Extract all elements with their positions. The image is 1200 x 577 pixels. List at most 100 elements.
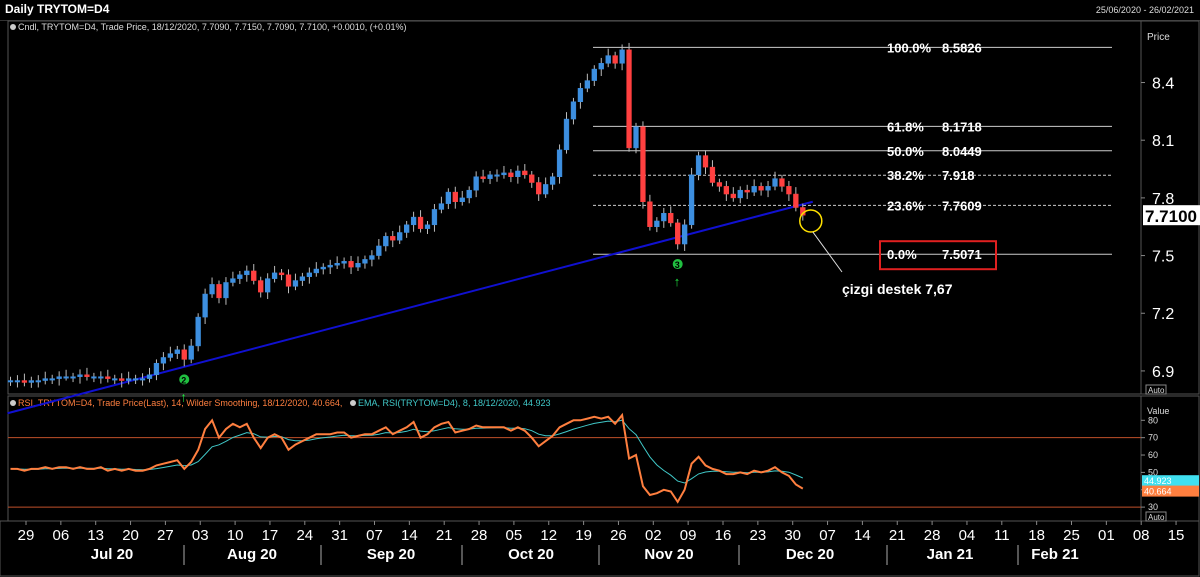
- candle-body[interactable]: [202, 293, 208, 318]
- candle-body[interactable]: [306, 272, 313, 277]
- candle-body[interactable]: [126, 378, 132, 381]
- candle-body[interactable]: [744, 189, 750, 193]
- candle-body[interactable]: [355, 263, 361, 268]
- candle-body[interactable]: [119, 378, 125, 381]
- candle-body[interactable]: [292, 280, 299, 287]
- candle-body[interactable]: [14, 380, 21, 383]
- candle-body[interactable]: [362, 259, 368, 264]
- candle-body[interactable]: [369, 255, 375, 260]
- candle-body[interactable]: [424, 224, 431, 229]
- candle-body[interactable]: [404, 224, 410, 233]
- candle-body[interactable]: [730, 193, 736, 199]
- candle-body[interactable]: [341, 261, 347, 264]
- candle-body[interactable]: [265, 278, 271, 293]
- candle-body[interactable]: [299, 276, 306, 281]
- candle-body[interactable]: [63, 376, 69, 379]
- candle-body[interactable]: [390, 236, 396, 241]
- candle-body[interactable]: [56, 376, 62, 379]
- candle-body[interactable]: [397, 232, 403, 241]
- ema-legend-icon[interactable]: [350, 400, 356, 406]
- candle-body[interactable]: [779, 178, 785, 187]
- rsi-panel[interactable]: [7, 395, 1142, 522]
- candle-body[interactable]: [223, 282, 229, 299]
- candle-body[interactable]: [334, 263, 340, 266]
- candle-body[interactable]: [410, 216, 417, 226]
- candle-body[interactable]: [751, 186, 757, 193]
- candle-body[interactable]: [216, 284, 222, 299]
- candle-body[interactable]: [702, 155, 709, 168]
- candle-body[interactable]: [91, 376, 97, 379]
- candle-body[interactable]: [153, 362, 160, 376]
- candle-body[interactable]: [445, 191, 452, 204]
- candle-body[interactable]: [772, 178, 778, 187]
- candle-body[interactable]: [278, 272, 285, 276]
- candle-body[interactable]: [668, 213, 674, 224]
- candle-body[interactable]: [522, 170, 528, 176]
- candle-body[interactable]: [584, 80, 591, 89]
- candle-body[interactable]: [612, 55, 618, 64]
- candle-body[interactable]: [793, 193, 799, 208]
- candle-body[interactable]: [480, 176, 486, 179]
- chart-area[interactable]: Cndl, TRYTOM=D4, Trade Price, 18/12/2020…: [0, 0, 1200, 577]
- candle-body[interactable]: [244, 270, 250, 276]
- candle-body[interactable]: [139, 378, 146, 381]
- candle-body[interactable]: [723, 186, 730, 195]
- candle-body[interactable]: [619, 49, 625, 64]
- candle-body[interactable]: [431, 209, 438, 226]
- candle-body[interactable]: [28, 380, 35, 383]
- candle-body[interactable]: [452, 191, 458, 202]
- candle-body[interactable]: [543, 184, 549, 195]
- candle-body[interactable]: [320, 266, 326, 270]
- candle-body[interactable]: [174, 349, 180, 354]
- candle-body[interactable]: [591, 68, 597, 81]
- candle-body[interactable]: [598, 63, 604, 70]
- candle-body[interactable]: [237, 274, 243, 279]
- candle-body[interactable]: [494, 174, 500, 177]
- candle-body[interactable]: [21, 380, 28, 383]
- candle-body[interactable]: [758, 186, 764, 191]
- candle-body[interactable]: [285, 274, 292, 287]
- candle-body[interactable]: [577, 88, 584, 103]
- candle-body[interactable]: [647, 201, 653, 227]
- candle-body[interactable]: [146, 374, 153, 379]
- candle-body[interactable]: [35, 380, 41, 383]
- candle-body[interactable]: [786, 186, 792, 195]
- candle-body[interactable]: [529, 174, 535, 183]
- candle-body[interactable]: [695, 155, 702, 176]
- candle-body[interactable]: [271, 272, 278, 279]
- candle-body[interactable]: [709, 166, 716, 183]
- candle-body[interactable]: [536, 182, 542, 195]
- candle-body[interactable]: [716, 182, 723, 187]
- candle-body[interactable]: [438, 203, 445, 210]
- candle-body[interactable]: [195, 316, 201, 347]
- candle-body[interactable]: [501, 172, 507, 176]
- candle-body[interactable]: [209, 284, 215, 295]
- candle-body[interactable]: [508, 172, 514, 177]
- candle-body[interactable]: [626, 49, 632, 149]
- candle-body[interactable]: [487, 174, 493, 179]
- candle-body[interactable]: [105, 376, 111, 379]
- candle-body[interactable]: [563, 118, 570, 151]
- candle-body[interactable]: [688, 174, 695, 226]
- candle-body[interactable]: [258, 280, 264, 293]
- candle-body[interactable]: [160, 357, 167, 364]
- candle-body[interactable]: [473, 176, 479, 191]
- candle-body[interactable]: [376, 245, 382, 256]
- candle-body[interactable]: [682, 224, 688, 245]
- candle-body[interactable]: [167, 353, 173, 358]
- candle-body[interactable]: [98, 376, 104, 379]
- candle-body[interactable]: [181, 349, 187, 360]
- candle-body[interactable]: [7, 380, 14, 383]
- candle-body[interactable]: [112, 378, 118, 381]
- candle-body[interactable]: [737, 189, 743, 199]
- rsi-legend-icon[interactable]: [10, 400, 16, 406]
- candle-body[interactable]: [84, 374, 90, 377]
- candle-body[interactable]: [348, 261, 354, 268]
- candle-body[interactable]: [251, 270, 257, 281]
- candle-body[interactable]: [383, 236, 389, 247]
- candle-body[interactable]: [77, 374, 83, 377]
- candle-body[interactable]: [466, 189, 472, 199]
- candle-body[interactable]: [549, 176, 556, 185]
- candle-body[interactable]: [654, 220, 660, 227]
- candle-body[interactable]: [640, 126, 646, 202]
